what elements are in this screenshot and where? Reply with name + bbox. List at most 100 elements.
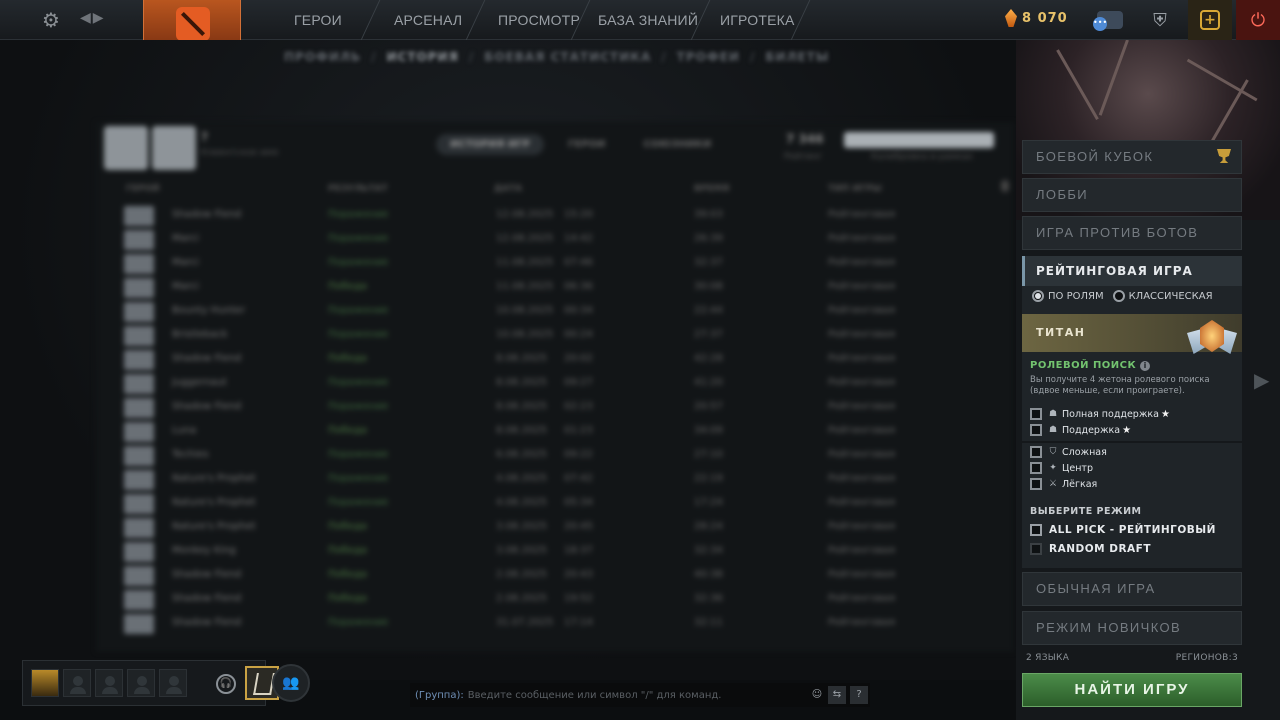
role-safelane[interactable]: ⚔ Лёгкая [1030,478,1097,490]
radio-classic[interactable] [1112,290,1125,302]
table-row[interactable]: Shadow Fiend Победа 2.08.2025 20:43 40:38 Рей… [116,564,976,588]
table-row[interactable]: Nature's Prophet Победа 3.08.2025 20:45 28:2… [116,516,976,540]
party-slot[interactable] [95,669,123,697]
table-row[interactable]: Luna Победа 8.08.2025 01:23 34:09 Рейтинговая [116,420,976,444]
tab-match-history[interactable]: ИСТОРИЯ ИГР [436,134,544,155]
nav-watch[interactable]: ПРОСМОТР [498,0,580,40]
role-mid[interactable]: ✦ Центр [1030,462,1093,474]
role-checkbox[interactable] [1030,478,1042,490]
ranked-header[interactable]: РЕЙТИНГОВАЯ ИГРА [1022,256,1242,286]
cell-duration: 32:37 [694,257,723,268]
shards-display[interactable]: 8 070 [1005,9,1068,27]
table-row[interactable]: Nature's Prophet Поражение 4.08.2025 07:42 2… [116,468,976,492]
role-soft-support[interactable]: ☗ Поддержка ★ [1030,424,1131,436]
cell-type: Рейтинговая [828,473,895,484]
table-row[interactable]: Marci Поражение 11.08.2025 07:46 32:37 Рейтин… [116,252,976,276]
voice-chat-icon[interactable]: 🎧 [216,674,236,694]
info-icon[interactable]: i [1140,361,1151,371]
chat-wheel-icon[interactable]: ⇆ [828,686,846,704]
mode-checkbox[interactable] [1030,543,1042,555]
bots-button[interactable]: ИГРА ПРОТИВ БОТОВ [1022,216,1242,250]
table-row[interactable]: Juggernaut Поражение 8.08.2025 09:27 41:20 Ре… [116,372,976,396]
table-row[interactable]: Techies Поражение 6.08.2025 09:22 27:10 Рейти… [116,444,976,468]
soft-support-icon: ☗ [1048,425,1058,435]
role-search-label: РОЛЕВОЙ ПОИСК [1030,360,1137,371]
table-row[interactable]: Bristleback Поражение 10.08.2025 00:24 27:37… [116,324,976,348]
languages-link[interactable]: 2 ЯЗЫКА [1026,653,1069,663]
role-checkbox[interactable] [1030,462,1042,474]
battle-cup-button[interactable]: БОЕВОЙ КУБОК [1022,140,1242,174]
ranked-panel: РЕЙТИНГОВАЯ ИГРА ПО РОЛЯМ КЛАССИЧЕСКАЯ Т… [1022,256,1242,568]
help-icon[interactable]: ? [850,686,868,704]
emoji-icon[interactable]: ☺ [808,686,826,704]
col-header-hero[interactable]: ГЕРОЙ [126,184,160,194]
cell-hero: Shadow Fiend [172,353,242,364]
mode-all-pick[interactable]: ALL PICK - РЕЙТИНГОВЫЙ [1030,524,1216,536]
chevron-right-icon[interactable]: ▶ [1254,368,1269,392]
cell-hero: Marci [172,233,199,244]
scrollbar[interactable] [1001,180,1009,192]
armory-icon[interactable]: ⛨ [1138,0,1182,40]
back-forward-icon[interactable]: ◀▶ [80,10,106,26]
role-offlane[interactable]: ⛉ Сложная [1030,446,1107,458]
newbie-mode-button[interactable]: РЕЖИМ НОВИЧКОВ [1022,611,1242,645]
tab-heroes[interactable]: ГЕРОИ [554,134,619,155]
table-row[interactable]: Bounty Hunter Поражение 10.08.2025 00:34 22:… [116,300,976,324]
cell-time: 20:43 [564,569,593,580]
friends-icon[interactable]: 👥 [272,664,310,702]
hero-portrait [124,566,154,586]
cell-duration: 26:39 [694,233,723,244]
table-row[interactable]: Shadow Fiend Поражение 31.07.2025 17:14 32:1… [116,612,976,636]
table-row[interactable]: Shadow Fiend Победа 2.08.2025 19:52 32:36 Рей… [116,588,976,612]
nav-learn[interactable]: БАЗА ЗНАНИЙ [598,0,698,40]
find-match-button[interactable]: НАЙТИ ИГРУ [1022,673,1242,707]
role-label: Сложная [1062,446,1107,458]
subnav-trophies[interactable]: ТРОФЕИ [677,50,740,64]
shards-amount: 8 070 [1022,10,1068,26]
party-slot[interactable] [63,669,91,697]
table-row[interactable]: Monkey King Победа 3.08.2025 18:37 32:34 Рейт… [116,540,976,564]
role-checkbox[interactable] [1030,408,1042,420]
table-row[interactable]: Shadow Fiend Поражение 8.08.2025 02:23 20:57… [116,396,976,420]
table-row[interactable]: Nature's Prophet Поражение 4.08.2025 05:34 1… [116,492,976,516]
cell-hero: Marci [172,281,199,292]
table-row[interactable]: Marci Поражение 12.08.2025 14:42 26:39 Рейтин… [116,228,976,252]
newbie-mode-label: РЕЖИМ НОВИЧКОВ [1036,620,1182,635]
nav-arcade[interactable]: ИГРОТЕКА [720,0,795,40]
col-header-date[interactable]: ДАТА [494,184,522,194]
lobby-button[interactable]: ЛОББИ [1022,178,1242,212]
col-header-type[interactable]: ТИП ИГРЫ [828,184,882,194]
party-slot[interactable] [127,669,155,697]
mode-random-draft[interactable]: RANDOM DRAFT [1030,543,1151,555]
nav-heroes[interactable]: ГЕРОИ [294,0,342,40]
party-slot[interactable] [159,669,187,697]
dota-plus-button[interactable]: + [1188,0,1232,40]
normal-game-button[interactable]: ОБЫЧНАЯ ИГРА [1022,572,1242,606]
table-row[interactable]: Shadow Fiend Поражение 12.08.2025 15:20 39:0… [116,204,976,228]
cell-duration: 32:36 [694,593,723,604]
col-header-result[interactable]: РЕЗУЛЬТАТ [328,184,388,194]
role-checkbox[interactable] [1030,446,1042,458]
settings-gear-icon[interactable]: ⚙ [40,9,62,31]
nav-armory[interactable]: АРСЕНАЛ [394,0,462,40]
subnav-tickets[interactable]: БИЛЕТЫ [765,50,829,64]
subnav-stats[interactable]: БОЕВАЯ СТАТИСТИКА [484,50,651,64]
subnav-history[interactable]: ИСТОРИЯ [387,50,459,64]
normal-game-label: ОБЫЧНАЯ ИГРА [1036,581,1156,596]
cell-result: Поражение [328,257,389,268]
nav-separator [360,0,381,40]
radio-by-roles[interactable] [1032,290,1044,302]
subnav-profile[interactable]: ПРОФИЛЬ [284,50,361,64]
chat-input-bar[interactable]: (Группа): Введите сообщение или символ "… [410,683,870,707]
my-avatar[interactable] [31,669,59,697]
col-header-duration[interactable]: ВРЕМЯ [694,184,730,194]
table-row[interactable]: Shadow Fiend Победа 8.08.2025 20:02 42:28 Рей… [116,348,976,372]
chat-button[interactable]: ••• [1088,0,1132,40]
regions-link[interactable]: РЕГИОНОВ:3 [1176,653,1238,663]
role-checkbox[interactable] [1030,424,1042,436]
mode-checkbox[interactable] [1030,524,1042,536]
role-hard-support[interactable]: ☗ Полная поддержка ★ [1030,408,1170,420]
tab-allies[interactable]: СОЮЗНИКИ [629,134,725,155]
power-icon[interactable]: ⏻ [1236,0,1280,40]
table-row[interactable]: Marci Победа 11.08.2025 06:36 30:08 Рейтингов… [116,276,976,300]
